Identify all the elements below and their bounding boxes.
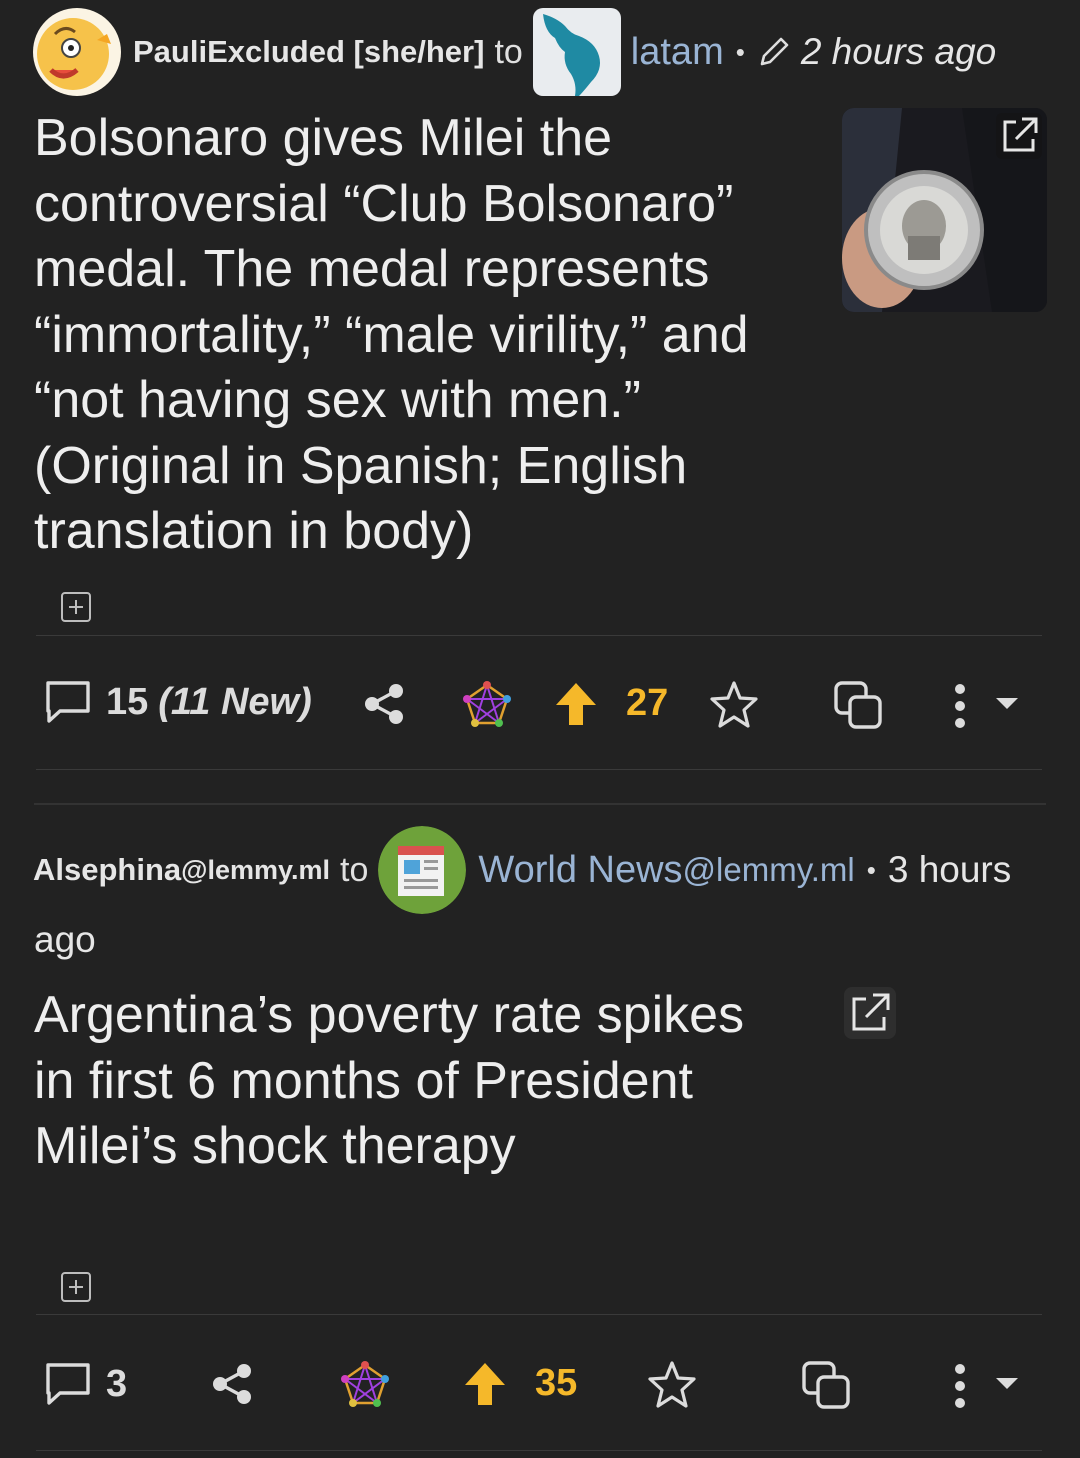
divider [36,635,1042,636]
kebab-menu-icon [955,1364,965,1408]
dropdown-button[interactable] [994,1375,1020,1391]
upvote-button[interactable]: 27 [552,679,668,727]
post-title[interactable]: Bolsonaro gives Milei the controversial … [34,106,804,565]
share-icon [365,684,403,724]
post-card: PauliExcluded [she/her] to latam • 2 hou… [0,0,1080,790]
copy-button[interactable] [800,1359,852,1411]
comments-button[interactable]: 15 (11 New) [44,679,312,725]
divider [36,1314,1042,1315]
user-avatar[interactable] [33,8,121,96]
expand-body-icon[interactable] [61,1272,91,1302]
share-icon [213,1364,251,1404]
post-meta: PauliExcluded [she/her] to latam • 2 hou… [33,8,996,96]
score-count: 27 [626,681,669,724]
fediverse-button[interactable] [462,681,512,729]
copy-icon [802,1361,850,1409]
community-name[interactable]: latam [631,31,724,74]
comment-icon [46,681,90,723]
new-comment-count: (11 New) [158,680,312,723]
post-author[interactable]: Alsephina [33,852,181,888]
comment-count: 15 [106,680,149,723]
score-count: 35 [535,1361,578,1404]
external-link-icon[interactable] [844,987,896,1044]
upvote-icon [465,1363,505,1405]
to-label: to [340,850,369,889]
more-options-button[interactable] [948,681,972,731]
star-icon [648,1361,696,1408]
post-author-instance[interactable]: @lemmy.ml [181,855,330,886]
post-actions: 3 35 [0,1345,1080,1425]
post-time-continued: ago [34,919,96,960]
save-button[interactable] [646,1359,698,1409]
community-icon[interactable] [378,826,467,914]
community-icon[interactable] [532,8,621,96]
separator-dot: • [735,36,745,67]
upvote-button[interactable]: 35 [461,1359,577,1407]
star-icon [710,681,758,728]
kebab-menu-icon [955,684,965,728]
fediverse-icon [341,1361,389,1407]
external-link-icon[interactable] [996,113,1042,164]
expand-body-icon[interactable] [61,592,91,622]
post-actions: 15 (11 New) 27 [0,665,1080,745]
post-meta: Alsephina @lemmy.ml to World News @lemmy… [33,825,1011,915]
divider [36,1450,1042,1451]
post-time: 2 hours ago [800,31,997,72]
comment-count: 3 [106,1362,128,1405]
post-title[interactable]: Argentina’s poverty rate spikes in first… [34,983,794,1180]
share-button[interactable] [208,1361,256,1407]
fediverse-button[interactable] [340,1361,390,1409]
copy-icon [834,681,882,729]
to-label: to [494,32,523,71]
fediverse-icon [463,681,511,727]
separator-dot: • [866,854,876,885]
divider [36,769,1042,770]
more-options-button[interactable] [948,1361,972,1411]
save-button[interactable] [708,679,760,729]
post-time: 3 hours [887,849,1012,890]
comment-icon [46,1363,90,1405]
community-instance[interactable]: @lemmy.ml [683,851,855,889]
copy-button[interactable] [832,679,884,731]
pencil-icon [757,35,791,69]
share-button[interactable] [360,681,408,727]
dropdown-button[interactable] [994,695,1020,711]
post-author[interactable]: PauliExcluded [she/her] [133,34,484,70]
caret-down-icon [996,698,1018,709]
caret-down-icon [996,1378,1018,1389]
community-name[interactable]: World News [478,849,682,892]
upvote-icon [556,683,596,725]
comments-button[interactable]: 3 [44,1361,127,1407]
post-card: Alsephina @lemmy.ml to World News @lemmy… [0,805,1080,1458]
